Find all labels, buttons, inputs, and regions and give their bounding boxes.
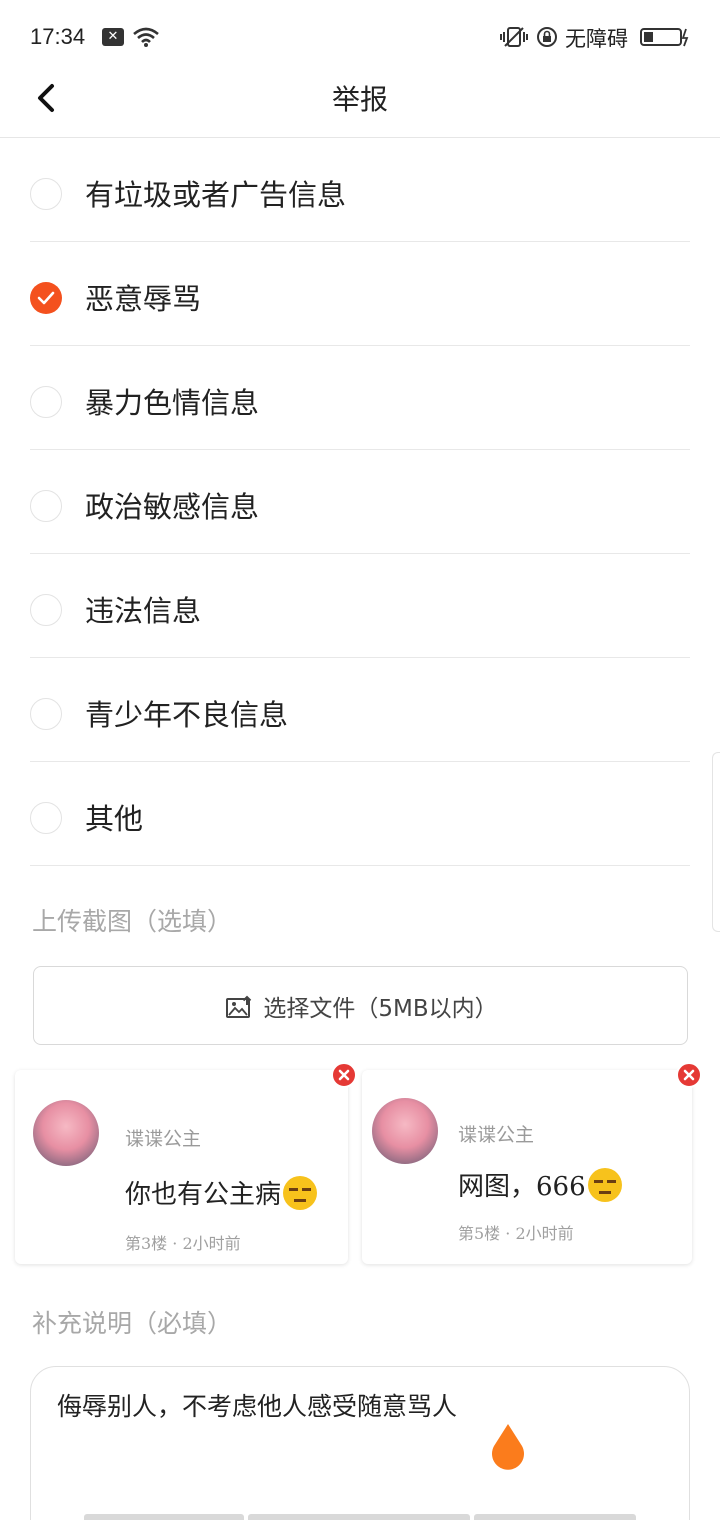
comment-text-value: 你也有公主病: [125, 1180, 282, 1210]
comment-meta: 第3楼 · 2小时前: [125, 1234, 241, 1253]
option-label: 有垃圾或者广告信息: [85, 178, 347, 212]
vibrate-icon: [500, 27, 528, 47]
option-minors[interactable]: 青少年不良信息: [30, 658, 690, 762]
choose-file-label: 选择文件（5MB以内）: [263, 996, 498, 1022]
option-label: 其他: [85, 802, 144, 836]
keyboard-candidate-bar: [84, 1514, 244, 1520]
text-cursor-handle-icon[interactable]: [488, 1424, 528, 1472]
comment-text: 网图，666: [458, 1166, 622, 1203]
option-label: 暴力色情信息: [85, 386, 260, 420]
option-illegal[interactable]: 违法信息: [30, 554, 690, 658]
accessibility-label: 无障碍: [565, 27, 628, 51]
radio-button[interactable]: [30, 698, 62, 730]
remove-screenshot-button[interactable]: [676, 1062, 702, 1088]
comment-text: 你也有公主病: [125, 1174, 318, 1211]
avatar: [372, 1098, 438, 1164]
radio-checked-icon[interactable]: [30, 282, 62, 314]
description-label: 补充说明（必填）: [32, 1309, 233, 1338]
keyboard-candidate-bar: [248, 1514, 470, 1520]
comment-username: 谍谍公主: [125, 1128, 202, 1150]
comment-username: 谍谍公主: [458, 1124, 535, 1146]
remove-screenshot-button[interactable]: [331, 1062, 357, 1088]
option-other[interactable]: 其他: [30, 762, 690, 866]
option-label: 违法信息: [85, 594, 202, 628]
description-text: 侮辱别人，不考虑他人感受随意骂人: [57, 1392, 458, 1421]
upload-label: 上传截图（选填）: [32, 907, 233, 936]
image-upload-icon: [226, 995, 252, 1018]
keyboard-candidate-bar: [474, 1514, 636, 1520]
avatar: [33, 1100, 99, 1166]
status-time: 17:34: [30, 24, 86, 49]
option-label: 政治敏感信息: [85, 490, 260, 524]
comment-text-value: 网图，666: [458, 1172, 586, 1202]
battery-icon: [640, 28, 689, 47]
radio-button[interactable]: [30, 594, 62, 626]
unamused-emoji-icon: [283, 1176, 318, 1210]
screenshot-card[interactable]: 谍谍公主 你也有公主病 第3楼 · 2小时前: [15, 1070, 348, 1264]
screenshot-card[interactable]: 谍谍公主 网图，666 第5楼 · 2小时前: [362, 1070, 692, 1264]
option-political[interactable]: 政治敏感信息: [30, 450, 690, 554]
radio-button[interactable]: [30, 802, 62, 834]
option-label: 青少年不良信息: [85, 698, 289, 732]
report-options: 有垃圾或者广告信息 恶意辱骂 暴力色情信息 政治敏感信息 违法信息 青少年不良信…: [30, 138, 690, 866]
option-label: 恶意辱骂: [85, 282, 202, 316]
page-title: 举报: [331, 83, 388, 116]
notification-icon: ✕: [102, 28, 124, 46]
side-scroll-handle[interactable]: [712, 752, 720, 932]
status-bar: 17:34 ✕ 无障碍: [0, 0, 720, 72]
rotation-lock-icon: [537, 27, 557, 47]
description-textarea[interactable]: 侮辱别人，不考虑他人感受随意骂人: [30, 1366, 690, 1520]
unamused-emoji-icon: [587, 1168, 622, 1202]
radio-button[interactable]: [30, 386, 62, 418]
comment-meta: 第5楼 · 2小时前: [458, 1224, 574, 1243]
option-spam[interactable]: 有垃圾或者广告信息: [30, 138, 690, 242]
wifi-icon: [133, 27, 159, 47]
choose-file-button[interactable]: 选择文件（5MB以内）: [33, 966, 688, 1045]
header: 举报: [0, 72, 720, 138]
option-violence[interactable]: 暴力色情信息: [30, 346, 690, 450]
radio-button[interactable]: [30, 178, 62, 210]
option-abuse[interactable]: 恶意辱骂: [30, 242, 690, 346]
radio-button[interactable]: [30, 490, 62, 522]
